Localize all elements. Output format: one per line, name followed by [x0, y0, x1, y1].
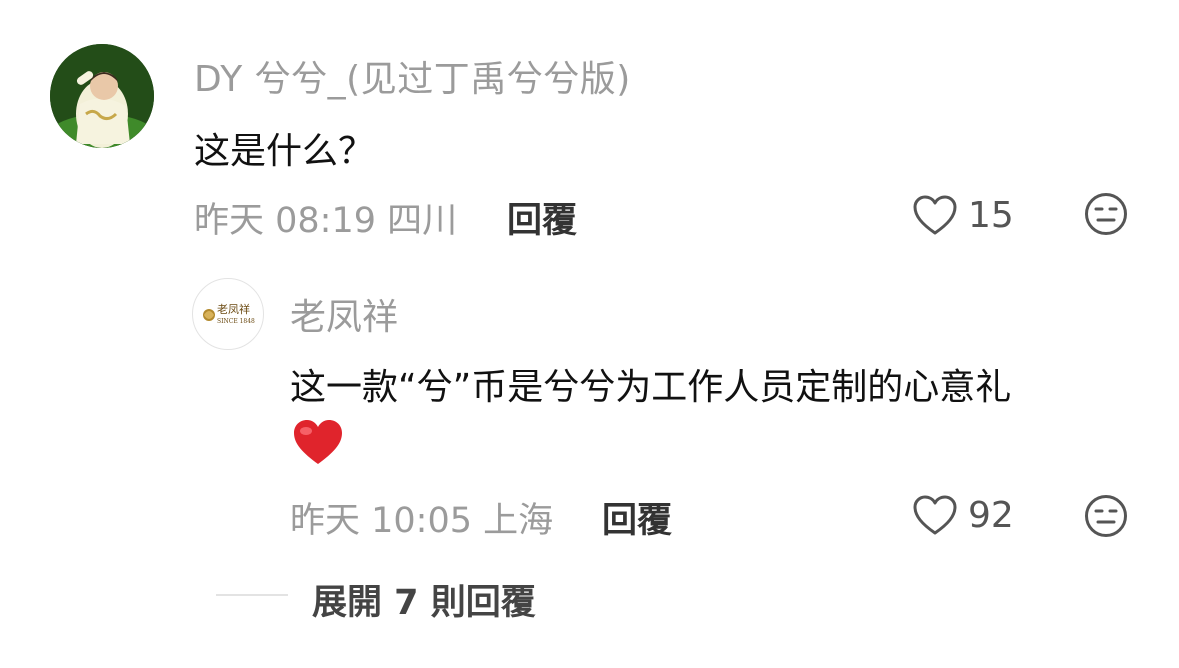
reply-button[interactable]: 回覆 [507, 192, 577, 243]
red-heart-emoji-icon [292, 418, 344, 466]
reply-like-button[interactable]: 92 [912, 494, 1014, 536]
avatar-photo [50, 44, 154, 148]
heart-outline-icon [913, 195, 957, 235]
reply-timestamp-location: 昨天 10:05 上海 [290, 501, 554, 541]
reply-text: 这一款“兮”币是兮兮为工作人员定制的心意礼 [290, 367, 1012, 408]
expand-divider [216, 594, 288, 596]
like-button[interactable]: 15 [912, 194, 1014, 236]
like-count: 15 [968, 194, 1014, 236]
reply-username[interactable]: 老凤祥 [290, 288, 398, 340]
heart-outline-icon [913, 495, 957, 535]
meh-face-icon [1085, 193, 1127, 235]
meh-face-icon [1085, 495, 1127, 537]
expand-replies-button[interactable]: 展開 7 則回覆 [312, 574, 536, 625]
brand-logo-icon: 老凤祥 SINCE 1848 [203, 302, 255, 325]
brand-logo-text: 老凤祥 [217, 302, 250, 316]
brand-logo-subtext: SINCE 1848 [217, 318, 255, 325]
reply-like-count: 92 [968, 494, 1014, 536]
reply-to-reply-button[interactable]: 回覆 [602, 492, 672, 543]
reply-avatar[interactable]: 老凤祥 SINCE 1848 [192, 278, 264, 350]
avatar[interactable] [50, 44, 154, 148]
comment-timestamp-location: 昨天 08:19 四川 [194, 201, 458, 241]
comment-username[interactable]: DY 兮兮_(见过丁禹兮兮版) [194, 50, 631, 102]
comment-text: 这是什么？ [194, 131, 375, 172]
reply-dislike-button[interactable] [1084, 494, 1128, 538]
dislike-button[interactable] [1084, 192, 1128, 236]
